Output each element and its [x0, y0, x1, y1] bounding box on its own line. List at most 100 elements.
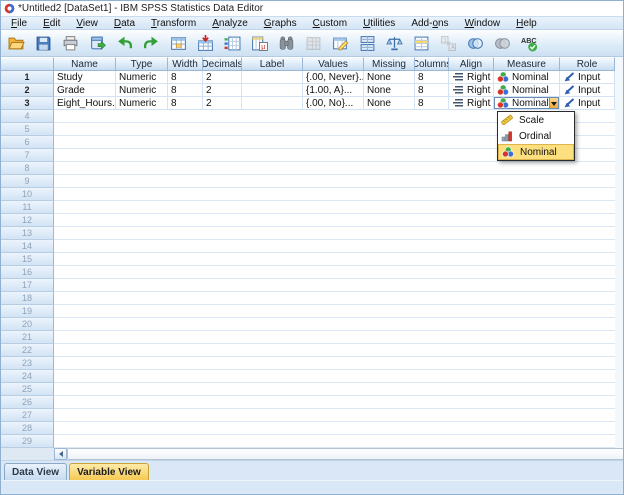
- menu-help[interactable]: Help: [508, 18, 545, 29]
- menu-graphs[interactable]: Graphs: [256, 18, 305, 29]
- row-header-7[interactable]: 7: [1, 149, 54, 162]
- menu-view[interactable]: View: [68, 18, 106, 29]
- empty-row-area-11[interactable]: [54, 201, 615, 214]
- cell-width-row1[interactable]: 8: [168, 71, 203, 84]
- empty-row-area-24[interactable]: [54, 370, 615, 383]
- cell-measure-row1[interactable]: Nominal: [494, 71, 560, 84]
- empty-row-area-23[interactable]: [54, 357, 615, 370]
- empty-row-area-20[interactable]: [54, 318, 615, 331]
- scrollbar-thumb[interactable]: [67, 448, 623, 460]
- menu-transform[interactable]: Transform: [143, 18, 204, 29]
- cell-columns-row3[interactable]: 8: [415, 97, 449, 110]
- row-header-10[interactable]: 10: [1, 188, 54, 201]
- menu-window[interactable]: Window: [457, 18, 509, 29]
- row-header-23[interactable]: 23: [1, 357, 54, 370]
- empty-row-area-18[interactable]: [54, 292, 615, 305]
- cell-type-row2[interactable]: Numeric: [116, 84, 168, 97]
- weight-cases-icon[interactable]: [382, 32, 406, 55]
- row-header-4[interactable]: 4: [1, 110, 54, 123]
- cell-name-row2[interactable]: Grade: [54, 84, 116, 97]
- column-header-label[interactable]: Label: [242, 57, 303, 71]
- cell-role-row1[interactable]: Input: [560, 71, 615, 84]
- tab-variable-view[interactable]: Variable View: [69, 463, 149, 480]
- menu-custom[interactable]: Custom: [305, 18, 355, 29]
- empty-row-area-14[interactable]: [54, 240, 615, 253]
- save-icon[interactable]: [31, 32, 55, 55]
- row-header-16[interactable]: 16: [1, 266, 54, 279]
- row-header-6[interactable]: 6: [1, 136, 54, 149]
- row-header-14[interactable]: 14: [1, 240, 54, 253]
- empty-row-area-27[interactable]: [54, 409, 615, 422]
- empty-row-area-15[interactable]: [54, 253, 615, 266]
- cell-decimals-row1[interactable]: 2: [203, 71, 242, 84]
- use-variable-sets-icon[interactable]: [463, 32, 487, 55]
- menu-edit[interactable]: Edit: [35, 18, 68, 29]
- cell-missing-row3[interactable]: None: [364, 97, 415, 110]
- row-header-20[interactable]: 20: [1, 318, 54, 331]
- empty-row-area-13[interactable]: [54, 227, 615, 240]
- cell-values-row3[interactable]: {.00, No}...: [303, 97, 364, 110]
- empty-row-area-29[interactable]: [54, 435, 615, 448]
- cell-values-row2[interactable]: {1.00, A}...: [303, 84, 364, 97]
- measure-dropdown-button[interactable]: [548, 98, 558, 108]
- empty-row-area-22[interactable]: [54, 344, 615, 357]
- column-header-decimals[interactable]: Decimals: [203, 57, 242, 71]
- column-header-align[interactable]: Align: [449, 57, 494, 71]
- row-header-5[interactable]: 5: [1, 123, 54, 136]
- insert-variable-icon[interactable]: [328, 32, 352, 55]
- cell-name-row1[interactable]: Study: [54, 71, 116, 84]
- empty-row-area-25[interactable]: [54, 383, 615, 396]
- cell-label-row1[interactable]: [242, 71, 303, 84]
- cell-align-row3[interactable]: Right: [449, 97, 494, 110]
- cell-label-row3[interactable]: [242, 97, 303, 110]
- empty-row-area-28[interactable]: [54, 422, 615, 435]
- cell-align-row2[interactable]: Right: [449, 84, 494, 97]
- spell-check-icon[interactable]: ABC: [517, 32, 541, 55]
- cell-align-row1[interactable]: Right: [449, 71, 494, 84]
- measure-option-nominal[interactable]: Nominal: [498, 144, 574, 160]
- goto-case-icon[interactable]: [166, 32, 190, 55]
- row-header-26[interactable]: 26: [1, 396, 54, 409]
- empty-row-area-17[interactable]: [54, 279, 615, 292]
- column-header-width[interactable]: Width: [168, 57, 203, 71]
- print-icon[interactable]: [58, 32, 82, 55]
- menu-analyze[interactable]: Analyze: [204, 18, 256, 29]
- empty-row-area-9[interactable]: [54, 175, 615, 188]
- cell-values-row1[interactable]: {.00, Never}...: [303, 71, 364, 84]
- column-header-values[interactable]: Values: [303, 57, 364, 71]
- cell-type-row1[interactable]: Numeric: [116, 71, 168, 84]
- goto-variable-icon[interactable]: [193, 32, 217, 55]
- row-header-1[interactable]: 1: [1, 71, 54, 84]
- row-header-29[interactable]: 29: [1, 435, 54, 448]
- row-header-18[interactable]: 18: [1, 292, 54, 305]
- column-header-columns[interactable]: Columns: [415, 57, 449, 71]
- row-header-8[interactable]: 8: [1, 162, 54, 175]
- column-header-name[interactable]: Name: [54, 57, 116, 71]
- measure-combobox[interactable]: Nominal: [494, 97, 559, 109]
- cell-type-row3[interactable]: Numeric: [116, 97, 168, 110]
- menu-utilities[interactable]: Utilities: [355, 18, 403, 29]
- redo-icon[interactable]: [139, 32, 163, 55]
- cell-measure-row2[interactable]: Nominal: [494, 84, 560, 97]
- row-header-22[interactable]: 22: [1, 344, 54, 357]
- column-header-type[interactable]: Type: [116, 57, 168, 71]
- row-header-11[interactable]: 11: [1, 201, 54, 214]
- row-header-17[interactable]: 17: [1, 279, 54, 292]
- measure-option-scale[interactable]: Scale: [498, 112, 574, 128]
- find-icon[interactable]: [274, 32, 298, 55]
- row-header-2[interactable]: 2: [1, 84, 54, 97]
- horizontal-scrollbar[interactable]: [1, 448, 623, 460]
- column-header-measure[interactable]: Measure: [494, 57, 560, 71]
- row-header-13[interactable]: 13: [1, 227, 54, 240]
- open-data-icon[interactable]: [4, 32, 28, 55]
- menu-data[interactable]: Data: [106, 18, 143, 29]
- row-header-9[interactable]: 9: [1, 175, 54, 188]
- row-header-27[interactable]: 27: [1, 409, 54, 422]
- cell-measure-row3[interactable]: Nominal: [494, 97, 560, 110]
- empty-row-area-12[interactable]: [54, 214, 615, 227]
- cell-decimals-row2[interactable]: 2: [203, 84, 242, 97]
- menu-file[interactable]: File: [3, 18, 35, 29]
- cell-label-row2[interactable]: [242, 84, 303, 97]
- cell-width-row3[interactable]: 8: [168, 97, 203, 110]
- tab-data-view[interactable]: Data View: [4, 463, 68, 480]
